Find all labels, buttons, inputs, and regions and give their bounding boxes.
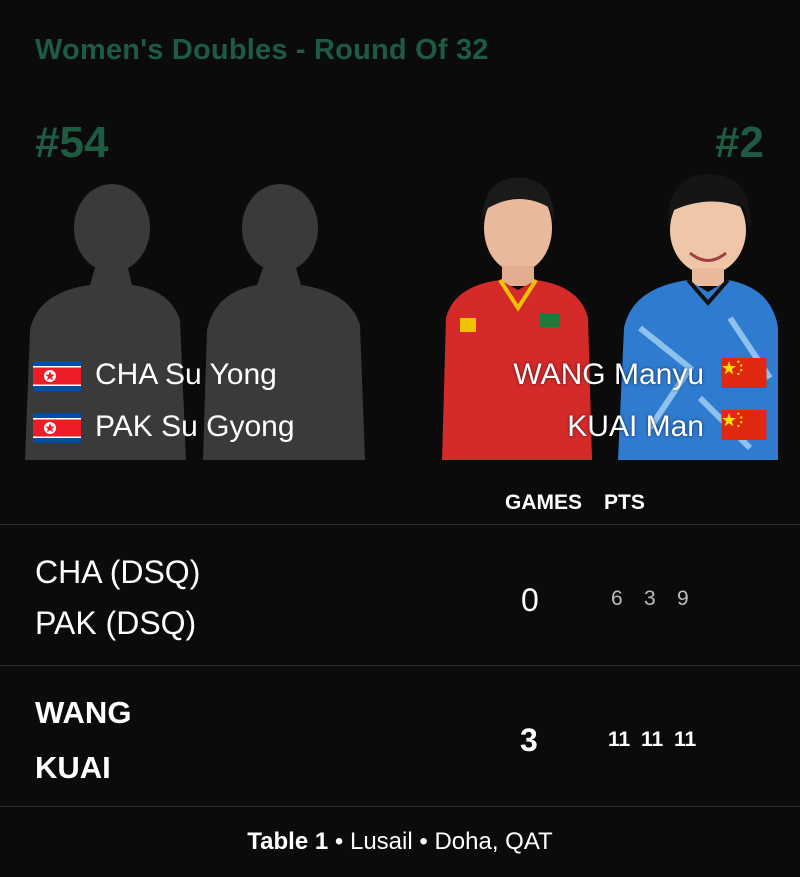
points-column-header: PTS bbox=[604, 491, 645, 514]
table-label: Table 1 bbox=[247, 828, 329, 855]
divider bbox=[0, 806, 800, 807]
game-points: 11 bbox=[608, 728, 631, 751]
venue-label: Lusail bbox=[349, 828, 413, 855]
location-label: Doha, QAT bbox=[434, 828, 553, 855]
left-player-1-name: CHA Su Yong bbox=[95, 358, 277, 391]
game-points: 11 bbox=[674, 728, 697, 751]
right-player-1-name: WANG Manyu bbox=[513, 358, 704, 391]
game-points: 11 bbox=[641, 728, 664, 751]
right-team-rank: #2 bbox=[715, 118, 764, 167]
china-flag-icon bbox=[721, 358, 767, 388]
team-player-line: KUAI bbox=[35, 750, 111, 785]
team-player-line: CHA (DSQ) bbox=[35, 554, 201, 590]
game-points: 6 bbox=[611, 587, 623, 610]
north-korea-flag-icon bbox=[33, 413, 81, 443]
divider bbox=[0, 524, 800, 525]
team-player-line: WANG bbox=[35, 695, 132, 730]
separator: • bbox=[412, 828, 435, 855]
game-points: 9 bbox=[677, 587, 689, 610]
china-flag-icon bbox=[721, 410, 767, 440]
event-title: Women's Doubles - Round Of 32 bbox=[35, 34, 489, 66]
north-korea-flag-icon bbox=[33, 361, 81, 391]
team-player-line: PAK (DSQ) bbox=[35, 605, 197, 641]
right-player-2-name: KUAI Man bbox=[567, 410, 704, 443]
left-player-2-name: PAK Su Gyong bbox=[95, 410, 295, 443]
divider bbox=[0, 665, 800, 666]
games-column-header: GAMES bbox=[505, 491, 583, 514]
separator: • bbox=[328, 828, 350, 855]
match-location: Table 1 • Lusail • Doha, QAT bbox=[0, 828, 800, 856]
games-won: 3 bbox=[520, 722, 538, 758]
games-won: 0 bbox=[521, 582, 539, 618]
game-points: 3 bbox=[644, 587, 656, 610]
left-team-rank: #54 bbox=[35, 118, 109, 167]
